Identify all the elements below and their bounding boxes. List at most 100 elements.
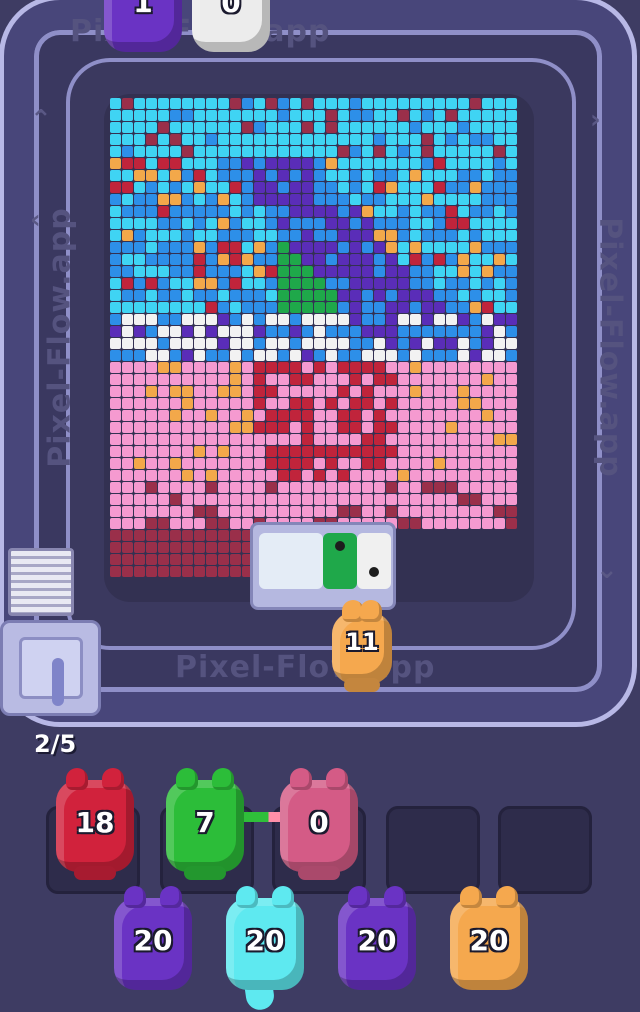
pixel-block [338, 266, 349, 277]
pixel-block [254, 266, 265, 277]
pixel-block [122, 278, 133, 289]
pixel-block [242, 386, 253, 397]
pixel-block [134, 482, 145, 493]
pixel-block [326, 230, 337, 241]
pixel-block [194, 530, 205, 541]
pixel-block [398, 122, 409, 133]
queue-purple-pig[interactable]: 20 [114, 886, 192, 990]
pixel-block [446, 122, 457, 133]
pixel-block [122, 566, 133, 577]
pixel-block [506, 434, 517, 445]
pixel-block [110, 446, 121, 457]
pixel-block [386, 218, 397, 229]
pixel-block [194, 266, 205, 277]
pixel-block [350, 446, 361, 457]
pixel-block [146, 182, 157, 193]
pixel-block [494, 350, 505, 361]
pixel-block [182, 482, 193, 493]
pixel-block [374, 434, 385, 445]
pixel-block [230, 446, 241, 457]
pixel-block [386, 266, 397, 277]
pixel-block [242, 278, 253, 289]
queue-orange-pig[interactable]: 20 [450, 886, 528, 990]
slot-5[interactable] [498, 806, 592, 894]
pixel-block [242, 410, 253, 421]
pixel-block [350, 122, 361, 133]
pixel-block [506, 230, 517, 241]
pixel-block [218, 98, 229, 109]
pixel-block [386, 278, 397, 289]
shooter-dispenser[interactable] [0, 620, 101, 716]
pixel-block [110, 182, 121, 193]
pixel-block [470, 386, 481, 397]
pixel-block [266, 110, 277, 121]
pixel-block [410, 518, 421, 529]
pixel-block [110, 482, 121, 493]
pixel-block [218, 302, 229, 313]
pixel-block [314, 266, 325, 277]
pixel-block [170, 266, 181, 277]
white-pig-shooter[interactable]: 0 [192, 0, 270, 52]
slot-4[interactable] [386, 806, 480, 894]
pixel-block [242, 194, 253, 205]
red-pig-shooter[interactable]: 18 [56, 768, 134, 880]
pixel-block [278, 110, 289, 121]
pixel-block [434, 218, 445, 229]
pixel-block [266, 422, 277, 433]
pixel-block [290, 230, 301, 241]
pixel-block [326, 446, 337, 457]
pixel-block [314, 170, 325, 181]
pixel-block [134, 302, 145, 313]
pixel-block [230, 254, 241, 265]
pixel-block [134, 494, 145, 505]
pixel-block [338, 350, 349, 361]
pixel-block [158, 314, 169, 325]
pixel-block [182, 98, 193, 109]
pixel-block [302, 194, 313, 205]
pixel-block [146, 266, 157, 277]
pixel-block [206, 350, 217, 361]
pixel-block [302, 506, 313, 517]
pixel-block [158, 530, 169, 541]
pixel-block [218, 374, 229, 385]
pixel-block [230, 290, 241, 301]
pixel-block [458, 182, 469, 193]
pixel-block [458, 266, 469, 277]
pixel-block [110, 230, 121, 241]
pixel-block [278, 446, 289, 457]
orange-pig-shooter[interactable]: 11 [332, 600, 392, 692]
green-pig-shooter[interactable]: 7 [166, 768, 244, 880]
pixel-block [302, 146, 313, 157]
pixel-block [422, 386, 433, 397]
pixel-block [398, 506, 409, 517]
pixel-block [350, 170, 361, 181]
pixel-block [362, 230, 373, 241]
pixel-block [494, 134, 505, 145]
pixel-block [206, 518, 217, 529]
purple-pig-shooter[interactable]: 1 [104, 0, 182, 52]
pixel-block [194, 194, 205, 205]
pink-pig-shooter[interactable]: 0 [280, 768, 358, 880]
pixel-block [434, 230, 445, 241]
pixel-block [458, 362, 469, 373]
pixel-block [314, 410, 325, 421]
pixel-block [446, 98, 457, 109]
pixel-block [422, 338, 433, 349]
pixel-block [194, 338, 205, 349]
queue-purple-pig-2[interactable]: 20 [338, 886, 416, 990]
pixel-block [482, 458, 493, 469]
pixel-block [446, 338, 457, 349]
pixel-block [182, 566, 193, 577]
pixel-block [398, 278, 409, 289]
pixel-block [254, 326, 265, 337]
pixel-block [374, 338, 385, 349]
pixel-block [134, 518, 145, 529]
pixel-block [194, 242, 205, 253]
pixel-block [110, 278, 121, 289]
pixel-block [242, 266, 253, 277]
pixel-block [290, 338, 301, 349]
pixel-block [170, 278, 181, 289]
pixel-block [134, 98, 145, 109]
pixel-block [314, 254, 325, 265]
queue-cyan-pig[interactable]: 20 [226, 886, 304, 990]
